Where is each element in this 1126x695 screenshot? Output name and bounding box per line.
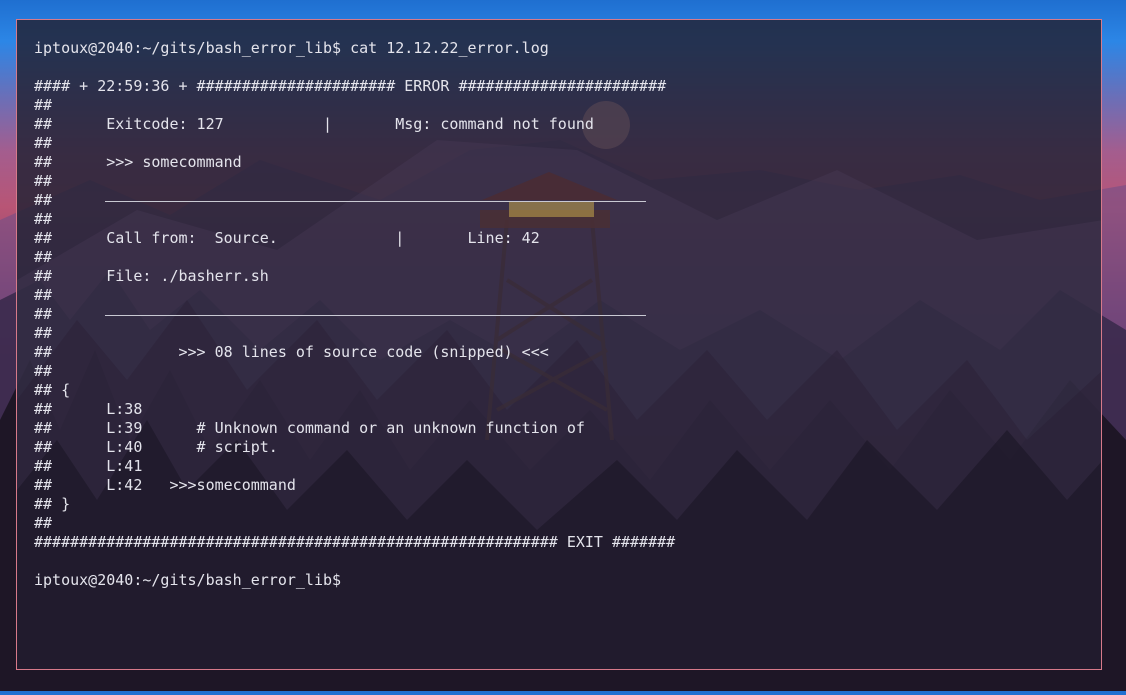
terminal-output: iptoux@2040:~/gits/bash_error_lib$ cat 1… xyxy=(34,39,1091,590)
log-line-exitcode: ## Exitcode: 127 | Msg: command not foun… xyxy=(34,115,594,133)
log-line: ## xyxy=(34,514,53,532)
log-line-source-40: ## L:40 # script. xyxy=(34,438,278,456)
log-footer-line: ########################################… xyxy=(34,533,676,551)
log-line-separator: ## xyxy=(34,305,1091,324)
log-line-source-39: ## L:39 # Unknown command or an unknown … xyxy=(34,419,585,437)
log-line-command: ## >>> somecommand xyxy=(34,153,242,171)
log-line-file: ## File: ./basherr.sh xyxy=(34,267,269,285)
terminal-window[interactable]: iptoux@2040:~/gits/bash_error_lib$ cat 1… xyxy=(16,19,1102,670)
log-line-open-brace: ## { xyxy=(34,381,71,399)
command-prompt-line: iptoux@2040:~/gits/bash_error_lib$ cat 1… xyxy=(34,39,549,57)
separator-rule xyxy=(105,201,646,202)
log-line: ## xyxy=(34,172,53,190)
log-line: ## xyxy=(34,96,53,114)
log-line-separator: ## xyxy=(34,191,1091,210)
log-line-call-from: ## Call from: Source. | Line: 42 xyxy=(34,229,540,247)
separator-rule xyxy=(105,315,646,316)
log-line-source-41: ## L:41 xyxy=(34,457,143,475)
log-header-line: #### + 22:59:36 + ######################… xyxy=(34,77,667,95)
log-line: ## xyxy=(34,362,53,380)
log-line: ## xyxy=(34,210,53,228)
log-line: ## xyxy=(34,286,53,304)
log-line: ## xyxy=(34,324,53,342)
shell-prompt[interactable]: iptoux@2040:~/gits/bash_error_lib$ xyxy=(34,571,1091,590)
log-line-snippet-title: ## >>> 08 lines of source code (snipped)… xyxy=(34,343,549,361)
log-line: ## xyxy=(34,134,53,152)
log-line: ## xyxy=(34,248,53,266)
log-line-source-42: ## L:42 >>>somecommand xyxy=(34,476,296,494)
log-line-close-brace: ## } xyxy=(34,495,71,513)
log-line-source-38: ## L:38 xyxy=(34,400,143,418)
